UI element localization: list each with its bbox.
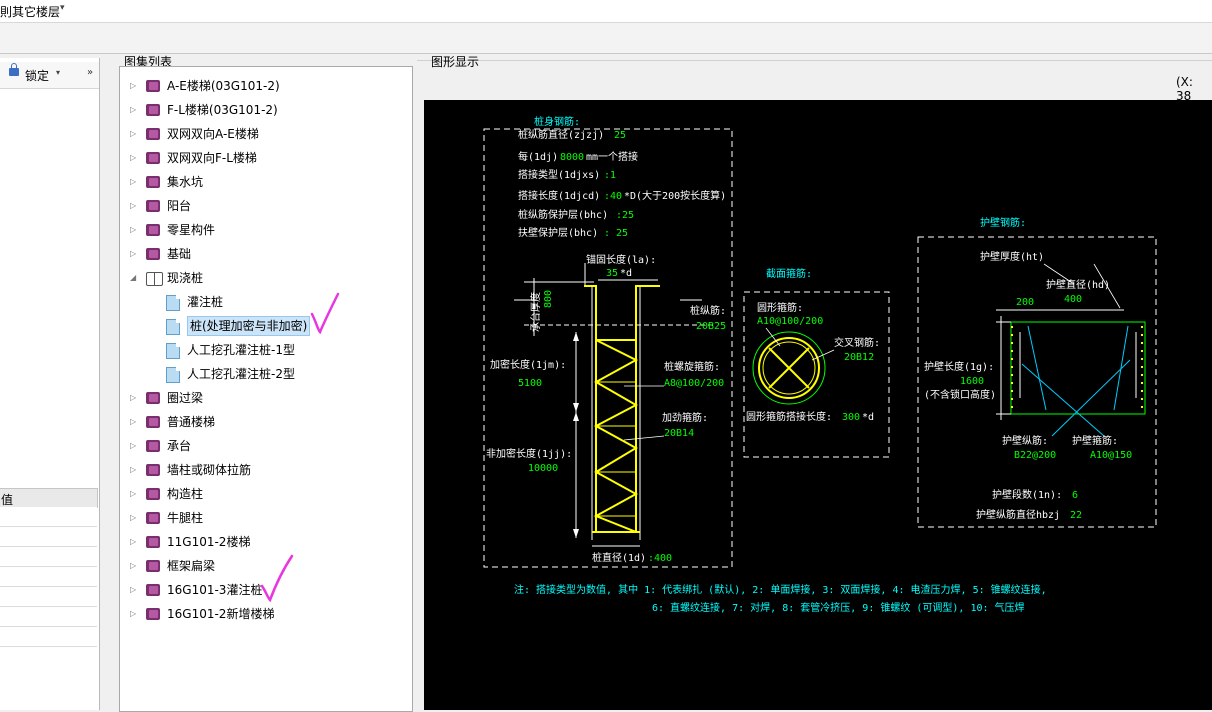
check-mark-annotation — [310, 292, 340, 335]
check-mark-annotation — [260, 554, 294, 603]
annotation-layer — [260, 292, 340, 603]
